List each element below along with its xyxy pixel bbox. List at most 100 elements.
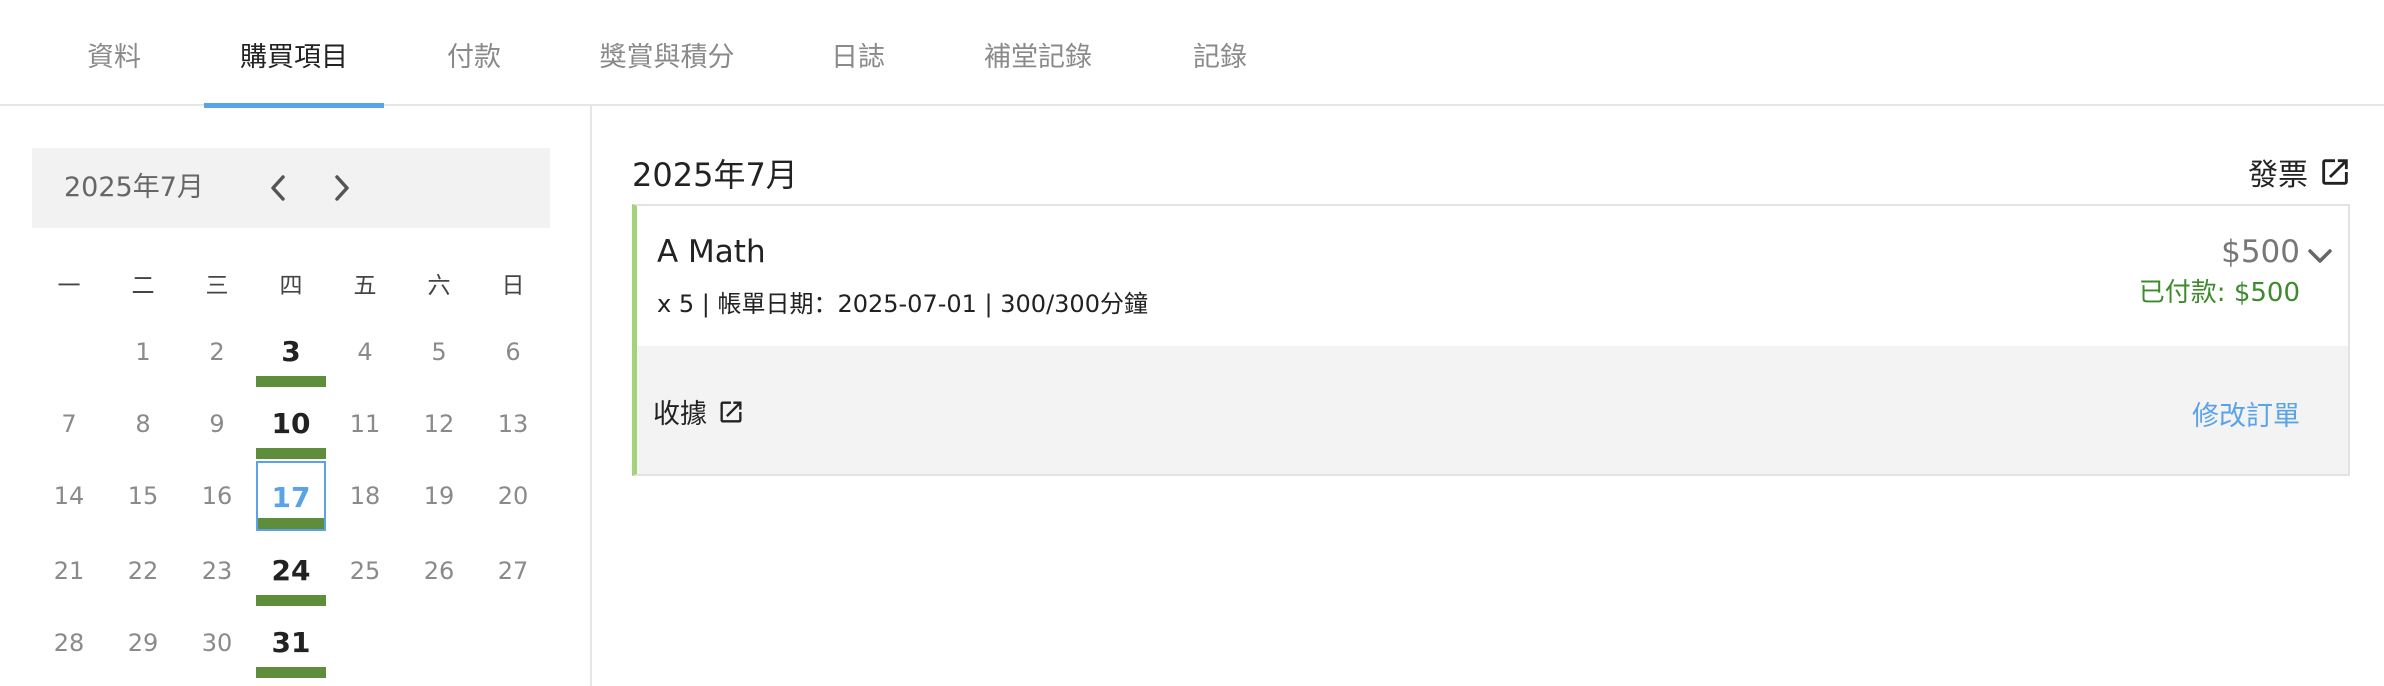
day-number: 29 [127,629,159,657]
day-number: 20 [497,482,529,510]
day-number: 21 [53,557,85,585]
weekday-label: 二 [131,273,155,299]
order-meta: x 5 | 帳單日期：2025-07-01 | 300/300分鐘 [657,290,1148,318]
calendar-day[interactable]: 5 [404,317,474,387]
tab-bar: 資料 購買項目 付款 獎賞與積分 日誌 補堂記錄 記錄 [0,0,2384,108]
tab-payments[interactable]: 付款 [442,0,506,106]
order-summary[interactable]: A Math x 5 | 帳單日期：2025-07-01 | 300/300分鐘… [637,206,2348,348]
calendar-day[interactable]: 20 [478,461,548,531]
day-number: 1 [135,338,151,366]
receipt-label: 收據 [653,399,707,430]
day-number: 12 [423,410,455,438]
day-number: 30 [201,629,233,657]
calendar-day[interactable]: 12 [404,389,474,459]
calendar-day[interactable]: 22 [108,536,178,606]
purchases-month-title: 2025年7月 [632,156,798,194]
day-number: 10 [271,407,311,440]
calendar-day[interactable]: 4 [330,317,400,387]
edit-order-button[interactable]: 修改訂單 [2192,394,2300,433]
calendar-day[interactable]: 21 [34,536,104,606]
calendar-day[interactable]: 24 [256,536,326,606]
tab-rewards[interactable]: 獎賞與積分 [592,0,742,106]
purchase-indicator [256,667,326,678]
day-number: 18 [349,482,381,510]
order-actions: 收據 修改訂單 [637,346,2348,474]
calendar-day[interactable]: 3 [256,317,326,387]
calendar-day[interactable]: 27 [478,536,548,606]
day-number: 26 [423,557,455,585]
prev-month-button[interactable] [258,164,298,212]
purchases-panel: 2025年7月 發票 A Math x 5 | 帳單日期：2025-07-01 … [592,106,2384,686]
calendar-day[interactable]: 1 [108,317,178,387]
day-number: 22 [127,557,159,585]
calendar-day[interactable]: 16 [182,461,252,531]
day-number: 11 [349,410,381,438]
calendar-day[interactable]: 25 [330,536,400,606]
calendar-day[interactable]: 23 [182,536,252,606]
calendar-day[interactable]: 29 [108,608,178,678]
calendar-day[interactable]: 30 [182,608,252,678]
day-number: 24 [271,554,311,587]
weekday-label: 一 [57,273,81,299]
tab-purchases[interactable]: 購買項目 [204,0,384,108]
day-number: 15 [127,482,159,510]
weekday-label: 六 [427,273,451,299]
day-number: 19 [423,482,455,510]
calendar-day[interactable]: 6 [478,317,548,387]
paid-amount: 已付款: $500 [2138,278,2300,308]
calendar-day[interactable]: 8 [108,389,178,459]
day-number: 28 [53,629,85,657]
order-card: A Math x 5 | 帳單日期：2025-07-01 | 300/300分鐘… [632,204,2350,476]
day-number: 9 [209,410,225,438]
calendar-day[interactable]: 17 [256,461,326,531]
calendar-day[interactable]: 11 [330,389,400,459]
calendar-day[interactable]: 31 [256,608,326,678]
day-number: 23 [201,557,233,585]
invoice-link[interactable]: 發票 [2248,150,2352,194]
day-number: 13 [497,410,529,438]
day-number: 5 [431,338,447,366]
weekday-label: 五 [353,273,377,299]
calendar-panel: 2025年7月 一二三四五六日 1 2 3 4 5 6 7 8 9 10 11 12 13 14 15 16 1… [0,106,592,686]
day-number: 25 [349,557,381,585]
day-number: 14 [53,482,85,510]
chevron-left-icon [271,175,285,201]
open-in-new-icon [720,401,742,422]
day-number: 27 [497,557,529,585]
next-month-button[interactable] [322,164,362,212]
calendar-month-title: 2025年7月 [64,172,204,203]
course-name: A Math [657,234,766,270]
day-number: 6 [505,338,521,366]
calendar-day[interactable]: 2 [182,317,252,387]
invoice-label: 發票 [2248,158,2308,193]
tab-profile[interactable]: 資料 [82,0,146,106]
calendar-day[interactable]: 18 [330,461,400,531]
calendar-day[interactable]: 14 [34,461,104,531]
expand-order-button[interactable] [2304,240,2336,272]
calendar-day[interactable]: 19 [404,461,474,531]
tab-makeup-records[interactable]: 補堂記錄 [978,0,1098,106]
day-number: 17 [271,481,311,514]
tab-records[interactable]: 記錄 [1188,0,1252,106]
day-number: 3 [281,335,301,368]
calendar-day[interactable]: 28 [34,608,104,678]
chevron-right-icon [335,175,349,201]
calendar-day[interactable]: 26 [404,536,474,606]
tab-journal[interactable]: 日誌 [826,0,890,106]
calendar-day[interactable]: 9 [182,389,252,459]
day-number: 7 [61,410,77,438]
day-number: 4 [357,338,373,366]
calendar-day[interactable]: 10 [256,389,326,459]
purchase-indicator [256,595,326,606]
calendar-day[interactable]: 15 [108,461,178,531]
day-number: 8 [135,410,151,438]
day-number: 2 [209,338,225,366]
calendar-header: 2025年7月 [32,148,550,228]
open-in-new-icon [2322,159,2348,185]
receipt-link[interactable]: 收據 [653,392,745,431]
weekday-label: 四 [279,273,303,299]
calendar-day[interactable]: 13 [478,389,548,459]
calendar-day[interactable]: 7 [34,389,104,459]
purchase-indicator [256,376,326,387]
day-number: 16 [201,482,233,510]
